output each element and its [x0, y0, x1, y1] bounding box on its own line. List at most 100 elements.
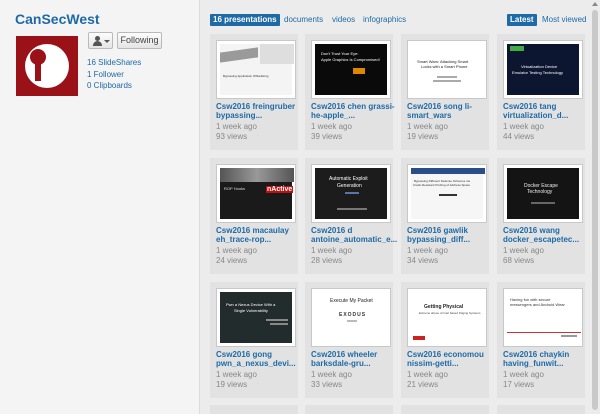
slide-text: ROP Hooks [224, 186, 246, 191]
card-title[interactable]: Csw2016 tang virtualization_d... [503, 102, 587, 120]
slide-thumbnail[interactable]: Pwn a Nexus Device With a Single Vulnera… [216, 288, 296, 347]
slide-text: Pwn a Nexus Device With a [226, 302, 276, 307]
card-date: 1 week ago [407, 122, 448, 131]
chevron-down-icon [104, 40, 110, 43]
slide-thumbnail[interactable]: Automatic Exploit Generation [311, 164, 391, 223]
card-cell [497, 405, 585, 414]
card-views: 21 views [407, 380, 439, 389]
slide-text-line [437, 76, 457, 78]
slide-text: Don't Trust Your Eye: [321, 51, 359, 56]
card-title[interactable]: Csw2016 song li-smart_wars [407, 102, 491, 120]
tab-infographics[interactable]: infographics [363, 14, 406, 26]
presentation-card[interactable]: Bypassing Application Whitelisting Csw20… [216, 40, 296, 158]
slide-thumbnail[interactable]: Getting Physical Extreme abuse of Intel … [407, 288, 487, 347]
slide-text: Extreme abuse of Intel based Paging Syst… [419, 311, 481, 315]
profile-sidebar: CanSecWest Following 16 SlideShares 1 Fo… [0, 0, 200, 414]
scrollbar-thumb[interactable] [592, 10, 598, 410]
slide-image [220, 168, 294, 182]
sort-latest[interactable]: Latest [507, 14, 537, 26]
presentation-card[interactable]: Virtualization Device Emulator Testing T… [503, 40, 583, 158]
followers-count[interactable]: 1 Follower [87, 70, 124, 79]
card-date: 1 week ago [311, 246, 352, 255]
card-title[interactable]: Csw2016 economou nissim-getti... [407, 350, 491, 368]
slide-thumbnail[interactable]: Bypassing Different Defense Schemes via … [407, 164, 487, 223]
card-views: 34 views [407, 256, 439, 265]
presentation-card[interactable]: Having fun with secure messengers and An… [503, 288, 583, 406]
slide-image [260, 44, 294, 64]
slide-text-line [561, 335, 577, 337]
presentation-card[interactable]: Execute My Packet EXODUS Csw2016 wheeler… [311, 288, 391, 406]
slide-text: Crash-Resistant Probing of Address Space [413, 183, 471, 187]
card-title[interactable]: Csw2016 gawlik bypassing_diff... [407, 226, 491, 244]
card-title[interactable]: Csw2016 wang docker_escapetec... [503, 226, 587, 244]
slide-text: Technology [527, 189, 553, 195]
presentation-card[interactable]: Bypassing Different Defense Schemes via … [407, 164, 487, 282]
card-title[interactable]: Csw2016 chen grassi-he-apple_... [311, 102, 395, 120]
presentation-card[interactable]: Pwn a Nexus Device With a Single Vulnera… [216, 288, 296, 406]
slideshares-count[interactable]: 16 SlideShares [87, 58, 141, 67]
slide-text: Automatic Exploit [329, 176, 368, 182]
slide-thumbnail[interactable]: Having fun with secure messengers and An… [503, 288, 583, 347]
sort-most-viewed[interactable]: Most viewed [542, 14, 586, 26]
card-title[interactable]: Csw2016 gong pwn_a_nexus_devi... [216, 350, 300, 368]
card-views: 33 views [311, 380, 343, 389]
clipboards-count[interactable]: 0 Clipboards [87, 81, 132, 90]
slide-logo: EXODUS [339, 312, 367, 318]
tab-presentations[interactable]: 16 presentations [210, 14, 280, 26]
following-button[interactable]: Following [117, 32, 162, 49]
presentation-card[interactable]: ROP Hooks nActive Csw2016 macaulay eh_tr… [216, 164, 296, 282]
tab-documents[interactable]: documents [284, 14, 323, 26]
slide-preview: Automatic Exploit Generation [315, 168, 387, 219]
slide-text: Execute My Packet [330, 298, 373, 304]
slide-text-line [531, 202, 555, 204]
avatar[interactable] [16, 36, 78, 96]
presentation-card[interactable]: Docker Escape Technology Csw2016 wang do… [503, 164, 583, 282]
slide-thumbnail[interactable]: ROP Hooks nActive [216, 164, 296, 223]
slide-text-line [433, 80, 461, 82]
user-icon-body [93, 41, 102, 46]
slide-thumbnail[interactable]: Don't Trust Your Eye: Apple Graphics Is … [311, 40, 391, 99]
card-date: 1 week ago [407, 370, 448, 379]
slide-logo: nActive [266, 186, 294, 193]
slide-header-bar [411, 168, 485, 174]
slide-text-line [266, 319, 288, 321]
presentation-card[interactable]: Getting Physical Extreme abuse of Intel … [407, 288, 487, 406]
card-date: 1 week ago [503, 370, 544, 379]
slide-thumbnail[interactable]: Virtualization Device Emulator Testing T… [503, 40, 583, 99]
profile-name[interactable]: CanSecWest [15, 11, 100, 27]
presentation-card[interactable]: Don't Trust Your Eye: Apple Graphics Is … [311, 40, 395, 158]
card-cell [401, 405, 489, 414]
presentation-card[interactable]: Automatic Exploit Generation Csw2016 d a… [311, 164, 397, 282]
slide-text: Bypassing Application Whitelisting [223, 74, 269, 78]
card-views: 28 views [311, 256, 343, 265]
slide-text: Virtualization Device [521, 64, 558, 69]
avatar-logo-gap [35, 63, 41, 81]
slide-preview: Getting Physical Extreme abuse of Intel … [411, 292, 483, 343]
user-menu-button[interactable] [88, 32, 113, 49]
card-views: 93 views [216, 132, 248, 141]
slide-thumbnail[interactable]: Smart Wars: Attacking Smart Locks with a… [407, 40, 487, 99]
slide-image [353, 68, 365, 74]
card-views: 19 views [216, 380, 248, 389]
card-title[interactable]: Csw2016 freingruber bypassing... [216, 102, 300, 120]
slide-text-line [347, 320, 357, 322]
card-date: 1 week ago [216, 122, 257, 131]
scroll-up-arrow-icon[interactable] [592, 2, 598, 6]
slide-preview: Bypassing Application Whitelisting [220, 44, 294, 95]
card-date: 1 week ago [216, 246, 257, 255]
slide-thumbnail[interactable]: Execute My Packet EXODUS [311, 288, 391, 347]
card-date: 1 week ago [503, 122, 544, 131]
slide-logo [510, 46, 524, 51]
slide-thumbnail[interactable]: Bypassing Application Whitelisting [216, 40, 296, 99]
slide-thumbnail[interactable]: Docker Escape Technology [503, 164, 583, 223]
slide-image [220, 47, 258, 63]
slide-text: Getting Physical [424, 304, 464, 310]
card-date: 1 week ago [311, 122, 352, 131]
presentation-card[interactable]: Smart Wars: Attacking Smart Locks with a… [407, 40, 487, 158]
slide-preview: Smart Wars: Attacking Smart Locks with a… [411, 44, 483, 95]
card-title[interactable]: Csw2016 wheeler barksdale-gru... [311, 350, 395, 368]
tab-videos[interactable]: videos [332, 14, 355, 26]
card-title[interactable]: Csw2016 chaykin having_funwit... [503, 350, 587, 368]
card-title[interactable]: Csw2016 macaulay eh_trace-rop... [216, 226, 300, 244]
card-title[interactable]: Csw2016 d antoine_automatic_e... [311, 226, 397, 244]
